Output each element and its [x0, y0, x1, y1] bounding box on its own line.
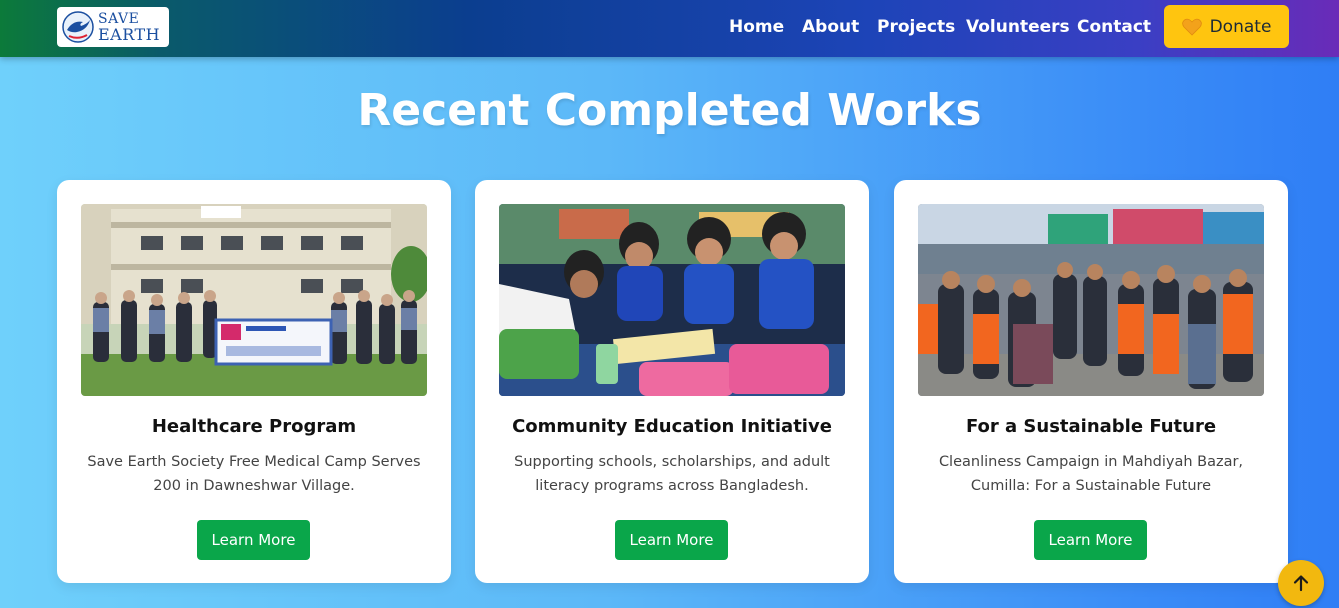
- donate-label: Donate: [1209, 16, 1272, 37]
- work-card-healthcare: Healthcare Program Save Earth Society Fr…: [57, 180, 451, 583]
- work-card-sustainable: For a Sustainable Future Cleanliness Cam…: [894, 180, 1288, 583]
- scroll-to-top-button[interactable]: [1278, 560, 1324, 606]
- nav-contact[interactable]: Contact: [1077, 17, 1151, 37]
- card-title: Healthcare Program: [151, 416, 357, 437]
- card-photo-children-studying: [499, 204, 845, 396]
- arrow-up-icon: [1293, 575, 1309, 592]
- nav-projects[interactable]: Projects: [877, 17, 955, 37]
- card-title: Community Education Initiative: [512, 416, 832, 437]
- learn-more-button[interactable]: Learn More: [1034, 520, 1147, 560]
- heart-icon: [1181, 18, 1202, 36]
- site-logo[interactable]: SAVE EARTH: [57, 7, 169, 47]
- card-photo-medical-camp: [81, 204, 427, 396]
- card-description: Save Earth Society Free Medical Camp Ser…: [87, 454, 421, 494]
- card-title: For a Sustainable Future: [965, 416, 1217, 437]
- logo-line-2: EARTH: [98, 25, 161, 44]
- nav-about[interactable]: About: [802, 17, 859, 37]
- work-card-education: Community Education Initiative Supportin…: [475, 180, 869, 583]
- card-description: Supporting schools, scholarships, and ad…: [514, 454, 830, 494]
- learn-more-button[interactable]: Learn More: [615, 520, 728, 560]
- learn-more-button[interactable]: Learn More: [197, 520, 310, 560]
- dove-globe-icon: [62, 11, 94, 43]
- donate-button[interactable]: Donate: [1164, 5, 1289, 48]
- logo-text: SAVE EARTH: [98, 12, 161, 44]
- nav-home[interactable]: Home: [729, 17, 784, 37]
- section-title: Recent Completed Works: [357, 85, 982, 136]
- card-description: Cleanliness Campaign in Mahdiyah Bazar, …: [938, 454, 1244, 494]
- top-navbar: SAVE EARTH Home About Projects Volunteer…: [0, 0, 1339, 57]
- nav-volunteers[interactable]: Volunteers: [966, 17, 1070, 37]
- card-photo-cleanliness-campaign: [918, 204, 1264, 396]
